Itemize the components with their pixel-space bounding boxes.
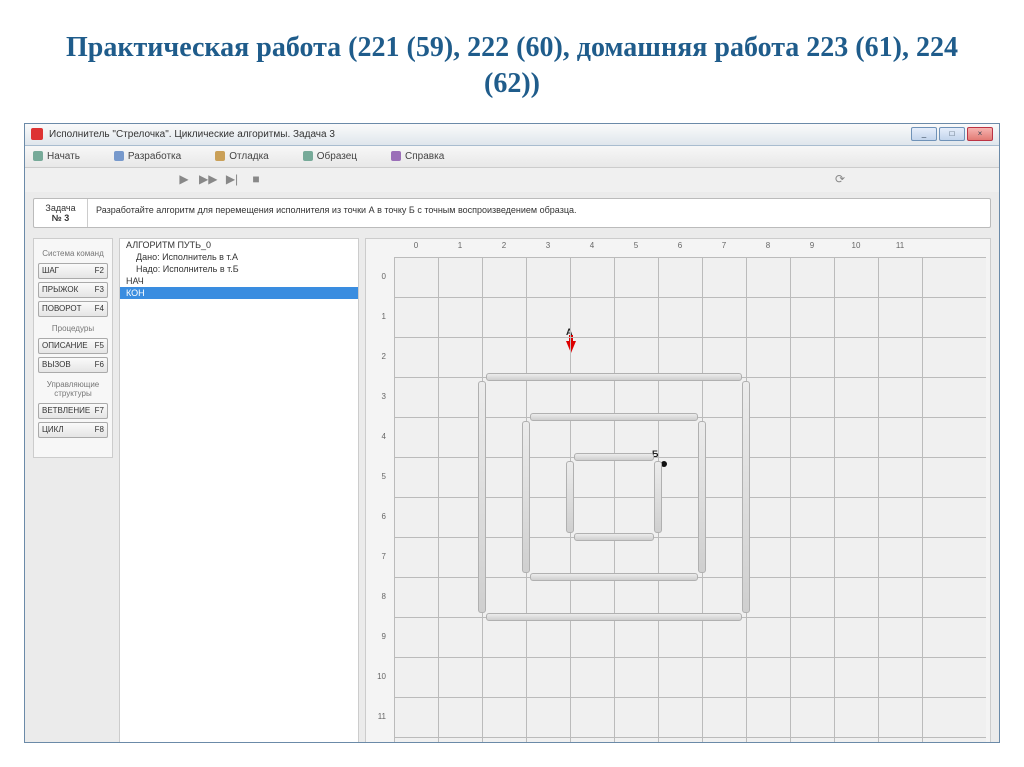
task-text: Разработайте алгоритм для перемещения ис… (88, 199, 990, 227)
cmd-cycle[interactable]: ЦИКЛF8 (38, 422, 108, 438)
axis-x-tick: 2 (482, 241, 526, 255)
axis-y-tick: 11 (368, 697, 390, 737)
code-panel[interactable]: АЛГОРИТМ ПУТЬ_0 Дано: Исполнитель в т.А … (119, 238, 359, 743)
play-icon[interactable]: ▶ (175, 172, 193, 188)
menu-debug[interactable]: Отладка (215, 151, 269, 162)
skip-end-icon[interactable]: ▶| (223, 172, 241, 188)
axis-x-tick: 7 (702, 241, 746, 255)
wall-segment (574, 453, 654, 461)
executor-arrow-icon (566, 341, 576, 353)
axis-y-tick: 3 (368, 377, 390, 417)
axis-y-tick: 0 (368, 257, 390, 297)
axis-x-tick: 5 (614, 241, 658, 255)
cmd-desc[interactable]: ОПИСАНИЕF5 (38, 338, 108, 354)
axis-x-tick: 9 (790, 241, 834, 255)
slide-title: Практическая работа (221 (59), 222 (60),… (0, 0, 1024, 123)
code-line: Надо: Исполнитель в т.Б (120, 263, 358, 275)
axis-y-tick: 9 (368, 617, 390, 657)
axis-x-tick: 3 (526, 241, 570, 255)
tool-icon[interactable]: ⟳ (831, 172, 849, 188)
axis-y-tick: 7 (368, 537, 390, 577)
task-row: Задача № 3 Разработайте алгоритм для пер… (33, 198, 991, 228)
wall-segment (478, 381, 486, 613)
axis-x-tick: 8 (746, 241, 790, 255)
window-controls: _ □ × (911, 127, 993, 141)
grid-canvas[interactable]: А Б (394, 257, 986, 743)
wall-segment (698, 421, 706, 573)
axis-x: 01234567891011 (394, 241, 986, 255)
maximize-button[interactable]: □ (939, 127, 965, 141)
menubar: Начать Разработка Отладка Образец Справк… (25, 146, 999, 168)
minimize-button[interactable]: _ (911, 127, 937, 141)
axis-x-tick: 11 (878, 241, 922, 255)
cmd-group-proc: Процедуры (38, 324, 108, 333)
toolbar: ▶ ▶▶ ▶| ■ ⟳ (25, 168, 999, 192)
main-area: Система команд ШАГF2 ПРЫЖОКF3 ПОВОРОТF4 … (25, 234, 999, 743)
cmd-call[interactable]: ВЫЗОВF6 (38, 357, 108, 373)
axis-x-tick: 6 (658, 241, 702, 255)
axis-x-tick: 1 (438, 241, 482, 255)
code-line-selected[interactable]: КОН (120, 287, 358, 299)
code-line: НАЧ (120, 275, 358, 287)
axis-y-tick: 6 (368, 497, 390, 537)
axis-y-tick: 10 (368, 657, 390, 697)
cmd-step[interactable]: ШАГF2 (38, 263, 108, 279)
cmd-turn[interactable]: ПОВОРОТF4 (38, 301, 108, 317)
stop-icon[interactable]: ■ (247, 172, 265, 188)
axis-y-tick: 2 (368, 337, 390, 377)
app-icon (31, 128, 43, 140)
wall-segment (566, 461, 574, 533)
menu-start[interactable]: Начать (33, 151, 80, 162)
axis-y-tick: 8 (368, 577, 390, 617)
axis-x-tick: 4 (570, 241, 614, 255)
cmd-group-system: Система команд (38, 249, 108, 258)
wall-segment (486, 373, 742, 381)
wall-segment (530, 573, 698, 581)
axis-y: 01234567891011 (368, 257, 390, 743)
close-button[interactable]: × (967, 127, 993, 141)
axis-y-tick: 5 (368, 457, 390, 497)
axis-x-tick: 0 (394, 241, 438, 255)
cmd-jump[interactable]: ПРЫЖОКF3 (38, 282, 108, 298)
wall-segment (574, 533, 654, 541)
menu-help[interactable]: Справка (391, 151, 444, 162)
wall-segment (654, 461, 662, 533)
titlebar[interactable]: Исполнитель "Стрелочка". Циклические алг… (25, 124, 999, 146)
wall-segment (530, 413, 698, 421)
code-line: Дано: Исполнитель в т.А (120, 251, 358, 263)
code-line: АЛГОРИТМ ПУТЬ_0 (120, 239, 358, 251)
wall-segment (522, 421, 530, 573)
axis-y-tick: 1 (368, 297, 390, 337)
task-label: Задача № 3 (34, 199, 88, 227)
wall-segment (742, 381, 750, 613)
commands-panel: Система команд ШАГF2 ПРЫЖОКF3 ПОВОРОТF4 … (33, 238, 113, 458)
grid-panel[interactable]: 01234567891011 01234567891011 А Б (365, 238, 991, 743)
menu-dev[interactable]: Разработка (114, 151, 181, 162)
axis-x-tick: 10 (834, 241, 878, 255)
menu-sample[interactable]: Образец (303, 151, 357, 162)
app-window: Исполнитель "Стрелочка". Циклические алг… (24, 123, 1000, 743)
cmd-branch[interactable]: ВЕТВЛЕНИЕF7 (38, 403, 108, 419)
window-title: Исполнитель "Стрелочка". Циклические алг… (49, 129, 335, 140)
axis-y-tick: 4 (368, 417, 390, 457)
wall-segment (486, 613, 742, 621)
fast-forward-icon[interactable]: ▶▶ (199, 172, 217, 188)
cmd-group-ctrl: Управляющие структуры (38, 380, 108, 398)
